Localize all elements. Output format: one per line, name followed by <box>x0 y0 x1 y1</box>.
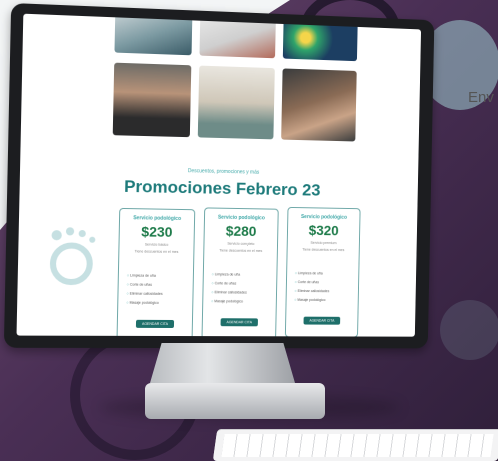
gallery-photo[interactable] <box>114 13 193 56</box>
photo-gallery <box>112 13 360 154</box>
gallery-photo[interactable] <box>197 65 275 140</box>
card-feature-list: Limpieza de uña Corte de uñas Eliminar c… <box>211 270 247 306</box>
card-feature: Masaje podológico <box>294 296 329 305</box>
card-feature: Masaje podológico <box>211 297 247 306</box>
card-feature: Masaje podológico <box>126 299 162 308</box>
card-subtitle: Servicio premium <box>310 240 337 246</box>
pricing-card: Servicio podológico $230 Servicio básico… <box>116 207 196 337</box>
card-note: Tiene descuentos en el mes <box>219 248 263 254</box>
card-price: $320 <box>308 222 339 239</box>
keyboard-keys <box>221 434 494 457</box>
card-price: $280 <box>225 222 257 240</box>
book-appointment-button[interactable]: AGENDAR CITA <box>135 319 175 329</box>
card-subtitle: Servicio básico <box>144 242 169 247</box>
card-feature: Limpieza de uña <box>127 271 163 280</box>
card-note: Tiene descuentos en el mes <box>134 249 179 254</box>
card-price: $230 <box>141 223 173 240</box>
card-title: Servicio podológico <box>217 214 265 222</box>
page-title: Promociones Febrero 23 <box>123 176 321 200</box>
card-feature: Limpieza de uña <box>295 269 330 278</box>
gallery-photo[interactable] <box>281 68 357 142</box>
card-feature-list: Limpieza de uña Corte de uñas Eliminar c… <box>126 271 163 307</box>
card-feature: Eliminar callosidades <box>211 288 247 297</box>
keyboard <box>212 430 498 461</box>
gallery-photo[interactable] <box>112 62 192 138</box>
pricing-card: Servicio podológico $280 Servicio comple… <box>201 207 279 337</box>
card-feature: Corte de uñas <box>127 281 163 290</box>
monitor: Descuentos, promociones y más Promocione… <box>0 0 498 461</box>
stand-base <box>145 383 325 419</box>
card-title: Servicio podológico <box>300 214 347 221</box>
card-feature: Corte de uñas <box>211 279 247 288</box>
gallery-photo[interactable] <box>282 13 359 62</box>
card-feature-list: Limpieza de uña Corte de uñas Eliminar c… <box>294 269 329 305</box>
book-appointment-button[interactable]: AGENDAR CITA <box>303 316 341 325</box>
monitor-frame: Descuentos, promociones y más Promocione… <box>3 2 435 349</box>
stand-neck <box>150 343 295 383</box>
card-feature: Limpieza de uña <box>212 270 248 279</box>
book-appointment-button[interactable]: AGENDAR CITA <box>220 318 258 327</box>
pricing-card: Servicio podológico $320 Servicio premiu… <box>284 206 361 337</box>
pricing-cards: Servicio podológico $230 Servicio básico… <box>116 204 364 337</box>
card-feature: Eliminar callosidades <box>126 290 163 299</box>
card-note: Tiene descuentos en el mes <box>302 247 345 253</box>
card-subtitle: Servicio completo <box>227 241 255 246</box>
card-title: Servicio podológico <box>133 215 182 222</box>
card-feature: Eliminar callosidades <box>294 287 329 296</box>
foot-logo-icon <box>40 227 103 295</box>
screen: Descuentos, promociones y más Promocione… <box>16 13 422 337</box>
gallery-photo[interactable] <box>199 13 277 59</box>
card-feature: Corte de uñas <box>295 278 330 287</box>
